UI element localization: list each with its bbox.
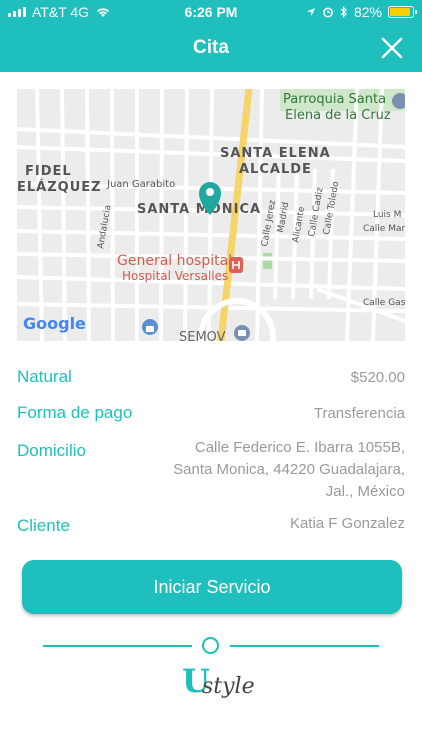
alarm-icon [323, 7, 333, 18]
page-title: Cita [193, 37, 229, 58]
status-right: 82% [306, 4, 417, 20]
bluetooth-icon [340, 6, 347, 18]
payment-value: Transferencia [313, 405, 405, 422]
map-label-luis-m: Luis M [373, 210, 401, 220]
map-label-parroquia-2: Elena de la Cruz [285, 108, 391, 123]
top-bar: AT&T 4G 6:26 PM 82% Cita [0, 0, 422, 72]
map-label-hospital-versalles: Hospital Versalles [122, 269, 228, 283]
address-label: Domicilio [17, 441, 86, 460]
map-label-semov: SEMOV [179, 330, 226, 341]
map-label-santa-elena: SANTA ELENA [220, 146, 331, 161]
hospital-icon [229, 257, 243, 273]
service-price: $520.00 [350, 369, 405, 386]
start-service-button[interactable]: Iniciar Servicio [22, 560, 402, 614]
map-canvas: Parroquia Santa Elena de la Cruz SANTA E… [17, 89, 405, 341]
map-label-santa-monica: SANTA MONICA [137, 202, 261, 217]
map-label-juan-garabito: Juan Garabito [106, 179, 175, 190]
map-label-general-hospital: General hospital [117, 253, 232, 269]
map-label-calle-mar: Calle Mar [363, 224, 405, 234]
client-label: Cliente [17, 516, 70, 535]
google-logo: Google [23, 314, 86, 333]
lock-poi-icon [142, 319, 158, 335]
map-label-calle-gas: Calle Gas [363, 298, 405, 308]
semov-icon [234, 325, 250, 341]
close-icon[interactable] [380, 36, 404, 60]
address-line-2: Santa Monica, 44220 Guadalajara, [173, 461, 405, 478]
divider-left [43, 645, 192, 647]
map-view[interactable]: Parroquia Santa Elena de la Cruz SANTA E… [17, 89, 405, 341]
address-value: Calle Federico E. Ibarra 1055B, Santa Mo… [155, 437, 405, 503]
battery-percent: 82% [353, 4, 382, 20]
location-arrow-icon [306, 8, 315, 16]
status-bar: AT&T 4G 6:26 PM 82% [0, 0, 422, 24]
small-park [263, 253, 272, 269]
address-line-1: Calle Federico E. Ibarra 1055B, [194, 439, 405, 456]
battery-icon [388, 6, 417, 18]
divider-right [230, 645, 379, 647]
client-value: Katia F Gonzalez [289, 515, 405, 532]
map-label-fidel: FIDEL [25, 164, 72, 179]
service-label: Natural [17, 367, 72, 386]
logo-style: style [202, 674, 255, 699]
map-label-parroquia: Parroquia Santa [283, 92, 386, 107]
address-line-3: Jal., México [325, 483, 405, 500]
map-label-velazquez: ELÁZQUEZ [17, 179, 102, 195]
payment-label: Forma de pago [17, 403, 133, 422]
brand-logo: U style [182, 660, 255, 710]
divider-circle [202, 637, 219, 654]
map-label-alcalde: ALCALDE [239, 162, 312, 177]
